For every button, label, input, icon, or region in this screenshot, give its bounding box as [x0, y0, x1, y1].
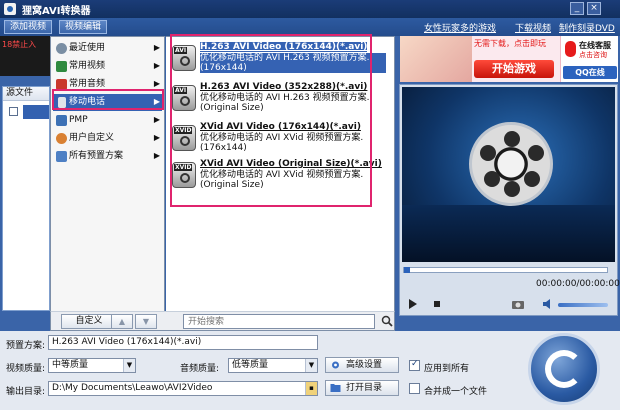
apply-all-checkbox[interactable]: [409, 359, 420, 371]
edit-video-button[interactable]: 视频编辑: [59, 20, 108, 34]
folder-icon: [56, 151, 67, 162]
link-games[interactable]: 女性玩家多的游戏: [424, 21, 496, 34]
seek-knob[interactable]: [404, 267, 410, 273]
chevron-down-icon: ▼: [123, 359, 135, 372]
folder-icon[interactable]: ▪: [305, 382, 317, 395]
left-ad-banner[interactable]: 18禁止入: [0, 36, 52, 80]
audio-quality-label: 音频质量:: [180, 364, 220, 374]
qq-online-button[interactable]: QQ在线: [563, 66, 617, 79]
seek-bar[interactable]: [403, 267, 608, 273]
window-title: 狸窝AVI转换器: [22, 6, 91, 17]
submenu-arrow-icon: ▶: [153, 115, 160, 124]
file-row[interactable]: [23, 105, 49, 119]
add-video-button[interactable]: 添加视频: [4, 20, 53, 34]
move-up-button[interactable]: ▲: [111, 314, 133, 329]
play-icon[interactable]: [408, 299, 418, 309]
category-item-recent[interactable]: 最近使用 ▶: [53, 40, 162, 57]
link-burn-dvd[interactable]: 制作刻录DVD: [559, 21, 615, 34]
film-reel-icon: [469, 122, 553, 206]
source-file-header: 源文件: [3, 87, 49, 101]
camera-icon[interactable]: [511, 299, 525, 309]
audio-quality-select[interactable]: 低等质量 ▼: [228, 358, 318, 373]
category-item-pmp[interactable]: PMP ▶: [53, 112, 162, 129]
output-dir-label: 输出目录:: [6, 387, 46, 397]
preset-search-input[interactable]: [183, 314, 375, 329]
merge-files-label: 合并成一个文件: [424, 387, 488, 397]
gear-icon: [332, 361, 339, 369]
convert-button[interactable]: [528, 333, 600, 405]
submenu-arrow-icon: ▶: [153, 43, 160, 52]
refresh-arrow-icon: [545, 350, 583, 388]
title-bar: 狸窝AVI转换器 _ ×: [0, 0, 620, 18]
video-icon: [56, 61, 67, 72]
category-item-all-presets[interactable]: 所有预置方案 ▶: [53, 148, 162, 165]
source-file-list[interactable]: 源文件: [2, 86, 50, 311]
volume-slider[interactable]: [558, 303, 608, 307]
minimize-button[interactable]: _: [570, 2, 584, 15]
stop-icon[interactable]: [432, 299, 442, 309]
close-button[interactable]: ×: [587, 2, 601, 15]
open-folder-button[interactable]: 打开目录: [325, 380, 399, 396]
online-service-box[interactable]: 在线客服 点击咨询 QQ在线: [560, 36, 618, 82]
volume-icon[interactable]: [543, 299, 553, 309]
advanced-settings-button[interactable]: 高级设置: [325, 357, 399, 373]
preset-label: 预置方案:: [6, 341, 46, 351]
preset-select[interactable]: H.263 AVI Video (176x144)(*.avi): [48, 335, 318, 350]
file-checkbox[interactable]: [9, 107, 18, 116]
start-game-button[interactable]: 开始游戏: [474, 60, 554, 78]
ad-character-image: [400, 36, 472, 82]
highlight-box-category: [52, 89, 164, 110]
service-pin-icon: [565, 41, 576, 57]
merge-files-checkbox[interactable]: [409, 383, 420, 394]
submenu-arrow-icon: ▶: [153, 151, 160, 160]
service-subtitle: 点击咨询: [579, 51, 607, 59]
left-banner-text: 18禁止入: [2, 40, 37, 49]
clock-icon: [56, 43, 67, 54]
user-icon: [56, 133, 67, 144]
video-quality-select[interactable]: 中等质量 ▼: [48, 358, 136, 373]
ad-top-text: 无需下载，点击即玩: [474, 39, 546, 48]
apply-all-label: 应用到所有: [424, 364, 470, 374]
submenu-arrow-icon: ▶: [153, 133, 160, 142]
customize-button[interactable]: 自定义: [61, 314, 117, 329]
app-icon: [4, 3, 16, 15]
highlight-box-presets: [170, 34, 372, 207]
preset-category-menu: 最近使用 ▶ 常用视频 ▶ 常用音频 ▶ 移动电话 ▶ PMP ▶ 用户自定义 …: [50, 36, 165, 331]
output-dir-field[interactable]: D:\My Documents\Leawo\AVI2Video ▪: [48, 381, 318, 396]
folder-icon: [330, 384, 341, 392]
search-icon[interactable]: [381, 315, 393, 327]
chevron-down-icon: ▼: [305, 359, 317, 372]
link-download-video[interactable]: 下载视频: [515, 21, 551, 34]
move-down-button[interactable]: ▼: [135, 314, 157, 329]
preset-popup-footer: 自定义 ▲ ▼: [50, 311, 395, 331]
pmp-icon: [56, 115, 67, 126]
video-quality-label: 视频质量:: [6, 364, 46, 374]
time-display: 00:00:00/00:00:00: [536, 279, 620, 289]
category-item-common-video[interactable]: 常用视频 ▶: [53, 58, 162, 75]
category-item-user-defined[interactable]: 用户自定义 ▶: [53, 130, 162, 147]
video-preview: [402, 87, 615, 262]
game-ad-banner[interactable]: 无需下载，点击即玩 开始游戏 在线客服 点击咨询 QQ在线: [400, 36, 618, 82]
submenu-arrow-icon: ▶: [153, 61, 160, 70]
